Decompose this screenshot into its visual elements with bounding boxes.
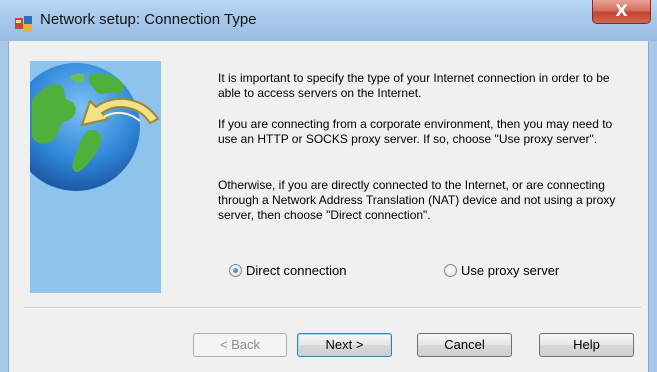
next-button[interactable]: Next >	[297, 333, 392, 357]
close-icon: X	[615, 1, 628, 20]
direct-paragraph: Otherwise, if you are directly connected…	[218, 178, 616, 222]
window-frame-left	[0, 41, 9, 372]
intro-paragraph: It is important to specify the type of y…	[218, 71, 610, 100]
use-proxy-server-radio[interactable]	[444, 263, 457, 277]
title-bar: Network setup: Connection Type X	[0, 0, 657, 42]
help-button[interactable]: Help	[539, 333, 634, 357]
direct-connection-radio[interactable]	[229, 263, 242, 277]
back-button[interactable]: < Back	[193, 333, 287, 357]
direct-connection-option[interactable]: Direct connection	[229, 261, 346, 279]
window-frame-right	[648, 41, 657, 372]
separator	[24, 307, 641, 309]
close-button[interactable]: X	[592, 0, 651, 24]
wizard-banner	[30, 61, 161, 293]
use-proxy-server-label: Use proxy server	[461, 262, 560, 278]
network-app-icon	[15, 16, 32, 32]
window-title: Network setup: Connection Type	[40, 11, 257, 28]
direct-connection-label: Direct connection	[246, 262, 347, 278]
proxy-paragraph: If you are connecting from a corporate e…	[218, 117, 613, 146]
globe-with-arrow-icon	[30, 63, 159, 191]
dialog-body: It is important to specify the type of y…	[9, 41, 648, 372]
cancel-button[interactable]: Cancel	[417, 333, 512, 357]
use-proxy-server-option[interactable]: Use proxy server	[444, 261, 559, 279]
